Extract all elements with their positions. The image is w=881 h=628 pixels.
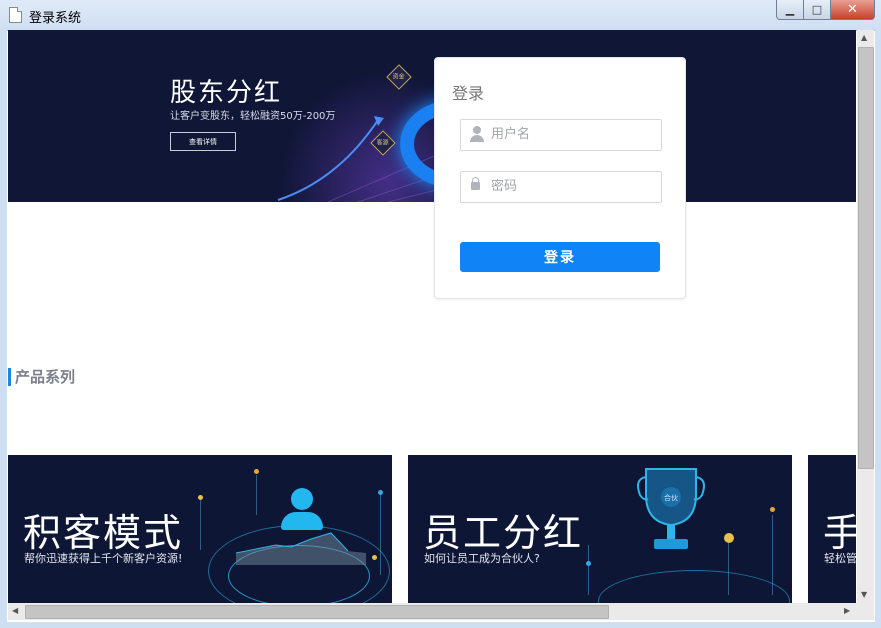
login-button[interactable]: 登录: [460, 242, 660, 272]
scroll-down-arrow-icon[interactable]: ▼: [861, 590, 867, 599]
trophy-badge: 合伙: [664, 493, 678, 502]
product-card[interactable]: 手 轻松管: [808, 455, 856, 603]
username-input[interactable]: [491, 120, 651, 148]
data-dot: [378, 490, 383, 495]
vertical-scroll-thumb[interactable]: [858, 47, 874, 469]
horizontal-scroll-thumb[interactable]: [25, 605, 609, 619]
minimize-button[interactable]: ▁: [776, 0, 804, 20]
mountain-chart-graphic: [236, 532, 366, 565]
view-details-button[interactable]: 查看详情: [170, 132, 236, 151]
window-frame-bottom: [0, 622, 881, 628]
guide-line: [380, 495, 381, 575]
guide-line: [256, 475, 257, 515]
password-input[interactable]: [491, 172, 651, 200]
window-title: 登录系统: [29, 11, 82, 26]
badge-label: 客源: [376, 139, 389, 147]
guide-line: [588, 545, 589, 595]
login-panel: 登录 登录: [434, 57, 686, 299]
product-card[interactable]: 积客模式 帮你迅速获得上千个新客户资源!: [8, 455, 392, 603]
product-subtitle: 帮你迅速获得上千个新客户资源!: [24, 552, 183, 565]
window-frame-right: [875, 30, 881, 628]
badge-label: 资金: [392, 73, 405, 81]
lock-icon: [471, 177, 480, 190]
username-field[interactable]: [460, 119, 662, 151]
title-bar: 登录系统 ▁ □ ✕: [0, 0, 881, 31]
horizontal-scrollbar[interactable]: ◀ ▶: [8, 603, 857, 620]
person-icon: [291, 488, 313, 510]
page-content: 资金 客源 股东分红 让客户变股东，轻松融资50万-200万 查看详情 登录 登…: [8, 30, 856, 603]
coin-dot: [770, 507, 775, 512]
coin-dot: [198, 495, 203, 500]
product-title: 手: [823, 511, 856, 555]
hero-banner: 资金 客源 股东分红 让客户变股东，轻松融资50万-200万 查看详情: [8, 30, 856, 202]
coin-dot: [254, 469, 259, 474]
platform-ring: [598, 570, 790, 603]
close-button[interactable]: ✕: [831, 0, 875, 20]
product-subtitle: 轻松管: [824, 552, 856, 565]
scroll-left-arrow-icon[interactable]: ◀: [12, 606, 18, 615]
product-card[interactable]: 合伙 员工分红 如何让员工成为合伙人?: [408, 455, 792, 603]
vertical-scrollbar[interactable]: ▲ ▼: [857, 30, 874, 603]
scrollbar-corner: [857, 603, 874, 620]
maximize-button[interactable]: □: [804, 0, 831, 20]
guide-line: [200, 500, 201, 550]
section-title: 产品系列: [8, 368, 75, 386]
banner-subtitle: 让客户变股东，轻松融资50万-200万: [170, 111, 336, 122]
window-controls: ▁ □ ✕: [776, 0, 875, 20]
guide-line: [728, 535, 729, 595]
guide-line: [772, 515, 773, 595]
person-body: [281, 512, 323, 530]
document-icon: [9, 7, 22, 23]
product-subtitle: 如何让员工成为合伙人?: [424, 552, 540, 565]
scroll-up-arrow-icon[interactable]: ▲: [861, 33, 867, 42]
product-title: 员工分红: [423, 511, 584, 555]
banner-title: 股东分红: [170, 78, 283, 108]
user-icon: [470, 126, 484, 142]
login-title: 登录: [452, 84, 485, 103]
window-frame-left: [0, 30, 7, 628]
scroll-right-arrow-icon[interactable]: ▶: [844, 606, 850, 615]
password-field[interactable]: [460, 171, 662, 203]
trophy-icon: 合伙: [637, 468, 705, 549]
data-dot: [586, 561, 591, 566]
product-title: 积客模式: [23, 511, 184, 555]
yuan-coin-icon: [724, 533, 734, 543]
coin-dot: [372, 555, 377, 560]
